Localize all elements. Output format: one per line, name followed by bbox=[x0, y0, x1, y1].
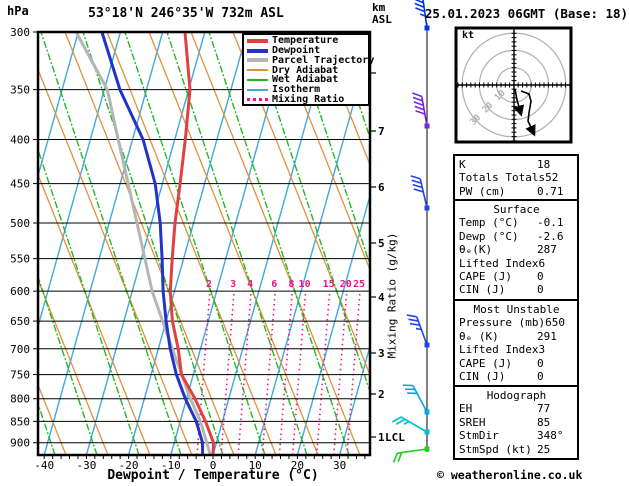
legend-swatch bbox=[247, 78, 268, 82]
table-row: Temp (°C) -0.1 bbox=[459, 216, 574, 229]
table-row-value: 18 bbox=[537, 158, 551, 171]
table-row-value: 0.71 bbox=[537, 184, 564, 198]
table-row-label: Lifted Index bbox=[459, 256, 539, 270]
table-section-title: Most Unstable bbox=[473, 303, 560, 316]
table-row-value: 25 bbox=[537, 442, 551, 456]
credit-text: © weatheronline.co.uk bbox=[437, 468, 583, 482]
table-row-label: θₑ (K) bbox=[459, 329, 499, 343]
table-row-value: 0 bbox=[537, 270, 544, 284]
pressure-axis-unit: hPa bbox=[7, 4, 29, 18]
table-row-value: 6 bbox=[538, 256, 546, 270]
table-row-value: 85 bbox=[537, 415, 551, 429]
km-axis-unit-asl: ASL bbox=[372, 13, 392, 26]
date-title: 25.01.2023 06GMT (Base: 18) bbox=[424, 6, 629, 21]
table-section-title: Hodograph bbox=[486, 389, 547, 402]
table-row: SREH 85 bbox=[459, 416, 574, 429]
table-row-label: CIN (J) bbox=[459, 283, 506, 297]
table-row-value: 287 bbox=[537, 243, 557, 257]
mixing-ratio-axis-label: Mixing Ratio (g/kg) bbox=[385, 232, 399, 359]
table-row-label: CIN (J) bbox=[459, 370, 506, 384]
table-row-label: Totals Totals bbox=[459, 171, 546, 185]
table-section-title: Surface bbox=[493, 203, 540, 216]
legend: Temperature Dewpoint Parcel Trajectory Dry … bbox=[242, 33, 374, 106]
table-row: θₑ(K) 287 bbox=[459, 243, 574, 256]
table-row: EH 77 bbox=[459, 402, 574, 415]
sounding-chart-app: 2 3 4 6 8 10 15 20 25 300 350 400 450 500 550 600 650 700… bbox=[0, 0, 629, 486]
table-row: Lifted Index 6 bbox=[459, 257, 574, 270]
table-row-value: 0 bbox=[537, 356, 544, 370]
table-row-label: Pressure (mb) bbox=[459, 316, 546, 330]
table-row-value: 52 bbox=[545, 171, 559, 185]
table-row: PW (cm) 0.71 bbox=[459, 185, 574, 198]
table-section: Hodograph EH 77 SREH 85 StmDir 348° StmSpd (kt)… bbox=[453, 385, 579, 460]
table-row-label: SREH bbox=[459, 415, 486, 429]
table-row: Pressure (mb) 650 bbox=[459, 316, 574, 329]
table-row-value: -2.6 bbox=[537, 229, 564, 243]
table-row: θₑ (K) 291 bbox=[459, 330, 574, 343]
hodograph-unit-label: kt bbox=[462, 30, 475, 41]
legend-label: Mixing Ratio bbox=[272, 93, 345, 105]
table-row-label: θₑ(K) bbox=[459, 243, 493, 257]
legend-label: Dewpoint bbox=[272, 44, 321, 56]
legend-swatch bbox=[247, 58, 268, 63]
table-row: Lifted Index 3 bbox=[459, 343, 574, 356]
table-row: StmSpd (kt) 25 bbox=[459, 443, 574, 456]
km-axis-unit: km ASL bbox=[372, 2, 392, 26]
table-row-value: 3 bbox=[538, 343, 546, 357]
table-row: StmDir 348° bbox=[459, 429, 574, 442]
table-row-value: 291 bbox=[537, 329, 557, 343]
table-row-label: K bbox=[459, 158, 466, 171]
table-row-label: Lifted Index bbox=[459, 343, 539, 357]
legend-swatch bbox=[247, 69, 268, 72]
station-title: 53°18'N 246°35'W 732m ASL bbox=[88, 6, 284, 21]
table-row-value: 77 bbox=[537, 402, 551, 416]
table-row-label: Temp (°C) bbox=[459, 216, 519, 230]
table-row: CAPE (J) 0 bbox=[459, 357, 574, 370]
table-row-value: 0 bbox=[537, 370, 544, 384]
table-row: CIN (J) 0 bbox=[459, 370, 574, 383]
table-section: Surface Temp (°C) -0.1 Dewp (°C) -2.6 θₑ(K) 28… bbox=[453, 199, 579, 301]
legend-item: Mixing Ratio bbox=[247, 95, 368, 105]
table-row-value: 650 bbox=[545, 316, 565, 330]
table-row-label: Dewp (°C) bbox=[459, 229, 519, 243]
legend-swatch bbox=[247, 38, 268, 43]
legend-swatch bbox=[247, 88, 268, 92]
table-row-label: StmDir bbox=[459, 429, 499, 443]
temperature-axis-label: Dewpoint / Temperature (°C) bbox=[107, 468, 319, 483]
legend-swatch bbox=[247, 48, 268, 53]
table-row-label: PW (cm) bbox=[459, 184, 506, 198]
legend-label: Parcel Trajectory bbox=[272, 54, 375, 66]
table-row: Totals Totals 52 bbox=[459, 171, 574, 184]
table-row-label: CAPE (J) bbox=[459, 270, 512, 284]
table-section: Most Unstable Pressure (mb) 650 θₑ (K) 291 Li… bbox=[453, 299, 579, 387]
table-row-value: 0 bbox=[537, 283, 544, 297]
table-row-label: CAPE (J) bbox=[459, 356, 512, 370]
table-row: CAPE (J) 0 bbox=[459, 270, 574, 283]
table-row: CIN (J) 0 bbox=[459, 283, 574, 296]
table-row-value: 348° bbox=[537, 429, 564, 443]
table-row-label: EH bbox=[459, 402, 473, 416]
table-row-value: -0.1 bbox=[537, 216, 564, 230]
table-section: K 18 Totals Totals 52 PW (cm) 0.71 bbox=[453, 154, 579, 201]
legend-swatch bbox=[247, 98, 268, 102]
legend-item: Parcel Trajectory bbox=[247, 55, 374, 66]
table-row-label: StmSpd (kt) bbox=[459, 442, 532, 456]
table-row: Dewp (°C) -2.6 bbox=[459, 230, 574, 243]
table-row: K 18 bbox=[459, 158, 574, 171]
